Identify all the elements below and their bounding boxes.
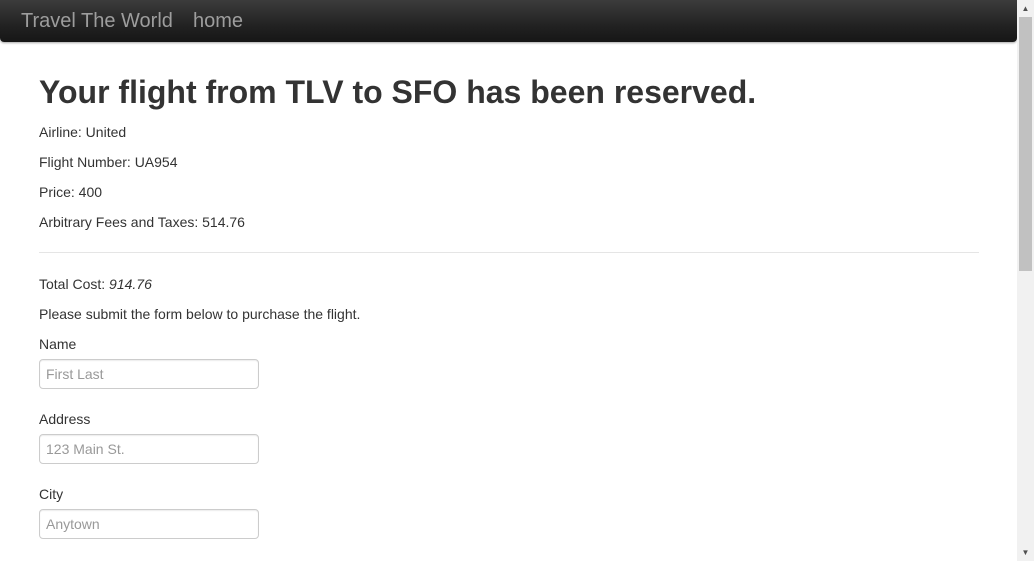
home-link[interactable]: home <box>193 9 243 33</box>
total-cost: Total Cost: 914.76 <box>39 274 152 294</box>
purchase-instructions: Please submit the form below to purchase… <box>39 306 361 322</box>
page-title: Your flight from TLV to SFO has been res… <box>39 74 757 110</box>
total-cost-value: 914.76 <box>109 276 152 292</box>
address-input[interactable] <box>39 434 259 464</box>
scrollbar-thumb[interactable] <box>1019 17 1032 271</box>
name-input[interactable] <box>39 359 259 389</box>
city-input[interactable] <box>39 509 259 539</box>
vertical-scrollbar[interactable]: ▲ ▼ <box>1017 0 1034 561</box>
scroll-up-arrow-icon[interactable]: ▲ <box>1017 0 1034 17</box>
top-navbar: Travel The World home <box>0 0 1017 42</box>
scroll-down-arrow-icon[interactable]: ▼ <box>1017 544 1034 561</box>
section-divider <box>39 252 979 253</box>
flight-number-text: Flight Number: UA954 <box>39 154 178 170</box>
fees-text: Arbitrary Fees and Taxes: 514.76 <box>39 214 245 230</box>
city-label: City <box>39 486 64 502</box>
address-label: Address <box>39 411 91 427</box>
airline-text: Airline: United <box>39 124 127 140</box>
price-text: Price: 400 <box>39 184 103 200</box>
name-label: Name <box>39 336 77 352</box>
total-cost-label: Total Cost: <box>39 276 110 292</box>
brand-link[interactable]: Travel The World <box>21 9 173 33</box>
